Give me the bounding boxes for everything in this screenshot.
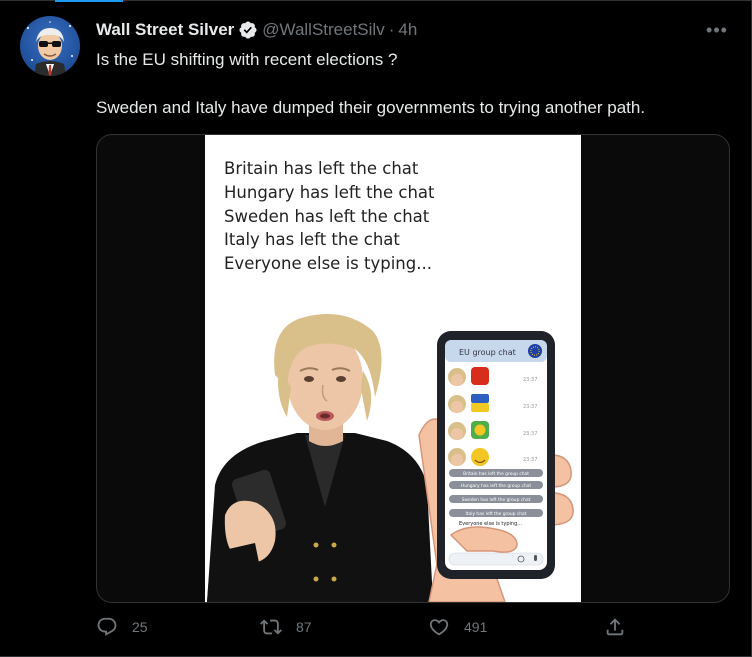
author-avatar[interactable] <box>20 16 80 76</box>
retweet-count: 87 <box>296 619 312 635</box>
active-tab-indicator <box>55 0 123 2</box>
retweet-icon <box>260 619 282 635</box>
phone-timestamp: 23:37 <box>523 457 537 463</box>
tweet-media[interactable]: Britain has left the chat Hungary has le… <box>96 134 730 603</box>
phone-message: Sweden has left the group chat <box>462 497 531 503</box>
phone-chat-title: EU group chat <box>459 348 516 357</box>
verified-badge-icon <box>239 21 257 39</box>
author-handle[interactable]: @WallStreetSilv <box>262 20 384 40</box>
retweet-button[interactable]: 87 <box>260 616 312 638</box>
tweet-header: Wall Street Silver @WallStreetSilv · 4h <box>96 18 417 42</box>
phone-timestamp: 23:37 <box>523 404 537 410</box>
heart-icon <box>429 619 449 636</box>
phone-message: Italy has left the group chat <box>466 511 527 517</box>
reply-button[interactable]: 25 <box>96 616 148 638</box>
tweet-timestamp[interactable]: 4h <box>398 20 417 40</box>
share-button[interactable] <box>604 616 626 638</box>
reply-icon <box>97 617 117 636</box>
tweet-text: Is the EU shifting with recent elections… <box>96 48 736 120</box>
phone-timestamp: 23:37 <box>523 431 537 437</box>
author-name[interactable]: Wall Street Silver <box>96 20 234 40</box>
tweet-actions: 25 87 491 <box>96 616 736 644</box>
phone-message: Hungary has left the group chat <box>461 483 531 489</box>
more-options-icon[interactable]: ••• <box>704 20 730 40</box>
reply-count: 25 <box>132 619 148 635</box>
meme-illustration: EU group chat 23:37 23:37 23:37 23:37 Br… <box>207 314 574 602</box>
tweet-text-paragraph: Sweden and Italy have dumped their gover… <box>96 98 646 117</box>
phone-message: Britain has left the group chat <box>463 471 529 477</box>
politician-figure <box>207 314 433 602</box>
tweet-text-paragraph: Is the EU shifting with recent elections… <box>96 50 398 69</box>
share-icon <box>606 618 624 636</box>
avatar-image <box>27 21 73 76</box>
separator-dot: · <box>388 20 395 39</box>
phone-timestamp: 23:37 <box>523 377 537 383</box>
like-count: 491 <box>464 619 488 635</box>
phone-typing: Everyone else is typing... <box>459 521 522 527</box>
like-button[interactable]: 491 <box>428 616 487 638</box>
meme-image: Britain has left the chat Hungary has le… <box>205 135 581 602</box>
